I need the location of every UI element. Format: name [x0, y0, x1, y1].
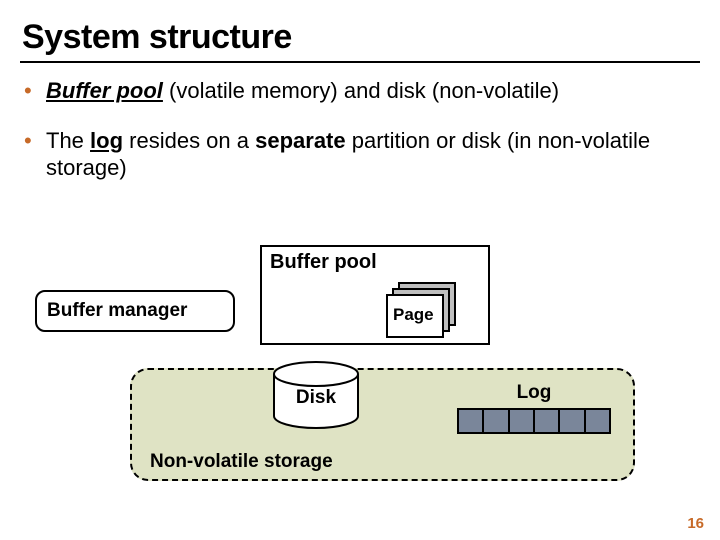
- title-rule: [20, 61, 700, 63]
- buffer-pool-box: Buffer pool Page: [260, 245, 490, 345]
- log-container: Log: [457, 382, 611, 434]
- log-cell: [459, 410, 482, 432]
- bullet-text: The log resides on a separate partition …: [46, 127, 700, 182]
- page-label: Page: [393, 305, 434, 325]
- bullet-mark-icon: •: [24, 127, 46, 182]
- bullet1-rest: (volatile memory) and disk (non-volatile…: [163, 78, 559, 103]
- bullet-list: • Buffer pool (volatile memory) and disk…: [24, 77, 700, 182]
- nonvolatile-storage-label: Non-volatile storage: [150, 451, 333, 473]
- b2-sep: separate: [255, 128, 346, 153]
- buffer-manager-box: Buffer manager: [35, 290, 235, 332]
- b2-pre: The: [46, 128, 90, 153]
- disk-cylinder: Disk: [272, 360, 360, 430]
- bullet-item: • The log resides on a separate partitio…: [24, 127, 700, 182]
- b2-mid: resides on a: [123, 128, 255, 153]
- log-cell: [558, 410, 583, 432]
- nonvolatile-storage-box: Non-volatile storage Disk Log: [130, 368, 635, 481]
- buffer-manager-label: Buffer manager: [47, 300, 187, 322]
- b2-log: log: [90, 128, 123, 153]
- slide-title: System structure: [22, 18, 700, 57]
- page-number: 16: [687, 515, 704, 532]
- slide: System structure • Buffer pool (volatile…: [0, 0, 720, 540]
- page-stack: Page: [386, 282, 450, 332]
- bullet-text: Buffer pool (volatile memory) and disk (…: [46, 77, 700, 105]
- log-strip: [457, 408, 611, 434]
- log-label: Log: [457, 382, 611, 404]
- diagram-canvas: Buffer pool Page Buffer manager Non-vola…: [0, 240, 720, 500]
- buffer-pool-label: Buffer pool: [270, 251, 377, 274]
- log-cell: [533, 410, 558, 432]
- log-cell: [508, 410, 533, 432]
- disk-label: Disk: [272, 387, 360, 409]
- bullet1-lead: Buffer pool: [46, 78, 163, 103]
- log-cell: [584, 410, 609, 432]
- log-cell: [482, 410, 507, 432]
- bullet-item: • Buffer pool (volatile memory) and disk…: [24, 77, 700, 105]
- page-card-front: Page: [386, 294, 444, 338]
- bullet-mark-icon: •: [24, 77, 46, 105]
